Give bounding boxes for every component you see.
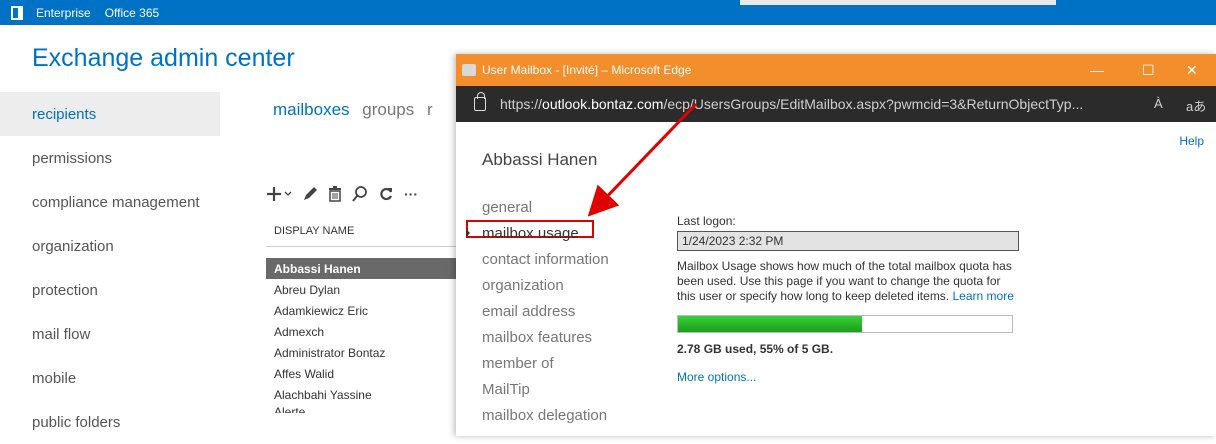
- brand-office365[interactable]: Office 365: [105, 6, 159, 20]
- maximize-button[interactable]: ☐: [1142, 62, 1155, 79]
- selected-marker-icon: [466, 229, 470, 237]
- topbar-overlay: [740, 0, 1056, 5]
- last-logon-label: Last logon:: [677, 214, 736, 228]
- delete-icon[interactable]: [328, 184, 342, 204]
- table-row[interactable]: Adamkiewicz Eric: [266, 300, 456, 321]
- nav-item-permissions[interactable]: permissions: [0, 136, 220, 180]
- subnav-mailbox-usage[interactable]: mailbox usage: [466, 220, 638, 246]
- subnav-mailbox-usage-label: mailbox usage: [482, 224, 579, 242]
- url-path: /ecp/UsersGroups/EditMailbox.aspx?pwmcid…: [663, 96, 1084, 112]
- recipient-tabs: mailboxes groups r: [273, 100, 441, 120]
- page-title: Exchange admin center: [32, 44, 295, 72]
- nav-item-recipients[interactable]: recipients: [0, 92, 220, 136]
- usage-summary: 2.78 GB used, 55% of 5 GB.: [677, 342, 834, 356]
- nav-item-organization[interactable]: organization: [0, 224, 220, 268]
- table-row[interactable]: Alerte: [266, 405, 456, 413]
- nav-item-protection[interactable]: protection: [0, 268, 220, 312]
- office-logo-icon[interactable]: [6, 0, 28, 25]
- nav-item-mail-flow[interactable]: mail flow: [0, 312, 220, 356]
- learn-more-link[interactable]: Learn more: [953, 289, 1014, 303]
- edit-icon[interactable]: [302, 184, 318, 204]
- address-bar[interactable]: https://outlook.bontaz.com/ecp/UsersGrou…: [456, 86, 1216, 122]
- read-aloud-icon[interactable]: À: [1154, 96, 1163, 111]
- user-display-name: Abbassi Hanen: [482, 150, 598, 169]
- window-title: User Mailbox - [Invité] – Microsoft Edge: [482, 63, 692, 77]
- header-divider: [266, 246, 456, 247]
- subnav-mailtip[interactable]: MailTip: [478, 376, 638, 402]
- user-mailbox-window: User Mailbox - [Invité] – Microsoft Edge…: [456, 54, 1216, 436]
- left-navigation: recipients permissions compliance manage…: [0, 92, 220, 444]
- subnav-contact-information[interactable]: contact information: [478, 246, 638, 272]
- subnav-email-address[interactable]: email address: [478, 298, 638, 324]
- nav-item-public-folders[interactable]: public folders: [0, 400, 220, 444]
- url-domain: outlook.bontaz.com: [542, 96, 664, 112]
- url-prefix: https://: [500, 96, 543, 112]
- quota-usage-bar: [677, 315, 1013, 333]
- mailbox-app-icon: [462, 64, 476, 76]
- subnav-member-of[interactable]: member of: [478, 350, 638, 376]
- column-header-display-name[interactable]: DISPLAY NAME: [274, 225, 354, 237]
- more-icon[interactable]: ···: [404, 184, 418, 204]
- help-link[interactable]: Help: [1179, 134, 1204, 148]
- more-options-link[interactable]: More options...: [677, 370, 1017, 384]
- dropdown-icon[interactable]: [284, 184, 292, 204]
- table-row[interactable]: Affes Walid: [266, 363, 456, 384]
- table-row[interactable]: Administrator Bontaz: [266, 342, 456, 363]
- brand-enterprise[interactable]: Enterprise: [36, 6, 91, 20]
- refresh-icon[interactable]: [378, 184, 394, 204]
- subnav-mailbox-features[interactable]: mailbox features: [478, 324, 638, 350]
- table-row[interactable]: Abbassi Hanen: [266, 258, 456, 279]
- nav-item-compliance-management[interactable]: compliance management: [0, 180, 220, 224]
- quota-usage-fill: [678, 316, 862, 332]
- mailbox-toolbar: ···: [266, 184, 418, 204]
- close-button[interactable]: ✕: [1186, 62, 1198, 79]
- mailbox-section-nav: general mailbox usage contact informatio…: [466, 194, 638, 428]
- table-row[interactable]: Alachbahi Yassine: [266, 384, 456, 405]
- tab-truncated[interactable]: r: [427, 100, 433, 119]
- office-topbar: Enterprise Office 365: [0, 0, 1216, 25]
- tab-groups[interactable]: groups: [362, 100, 414, 119]
- subnav-organization[interactable]: organization: [478, 272, 638, 298]
- table-row[interactable]: Abreu Dylan: [266, 279, 456, 300]
- mailbox-usage-panel: Last logon: 1/24/2023 2:32 PM Mailbox Us…: [677, 214, 1019, 384]
- nav-item-mobile[interactable]: mobile: [0, 356, 220, 400]
- subnav-mailbox-delegation[interactable]: mailbox delegation: [478, 402, 638, 428]
- window-title-bar[interactable]: User Mailbox - [Invité] – Microsoft Edge…: [456, 54, 1216, 86]
- lock-icon[interactable]: [474, 92, 486, 111]
- translate-icon[interactable]: aあ: [1186, 96, 1206, 115]
- mailbox-list: Abbassi Hanen Abreu Dylan Adamkiewicz Er…: [266, 258, 456, 413]
- table-row[interactable]: Admexch: [266, 321, 456, 342]
- minimize-button[interactable]: —: [1090, 62, 1104, 78]
- tab-mailboxes[interactable]: mailboxes: [273, 100, 350, 119]
- subnav-general[interactable]: general: [478, 194, 638, 220]
- add-icon[interactable]: [266, 184, 282, 204]
- usage-description: Mailbox Usage shows how much of the tota…: [677, 259, 1022, 304]
- search-icon[interactable]: [352, 184, 368, 204]
- last-logon-field: 1/24/2023 2:32 PM: [677, 231, 1019, 251]
